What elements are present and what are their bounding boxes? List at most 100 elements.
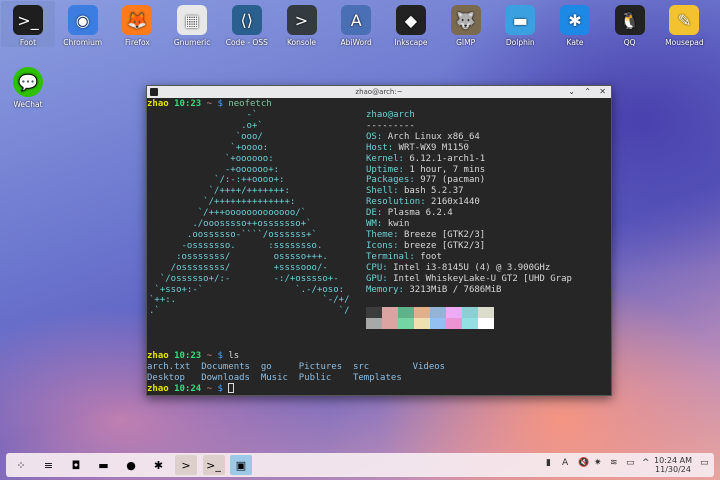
taskbar-kate[interactable]: ✱ [148, 455, 170, 475]
info-row: Uptime: 1 hour, 7 mins [366, 165, 485, 175]
abiword-icon: A [341, 5, 371, 35]
desktop-icon-code-oss[interactable]: ⟨⟩Code - OSS [220, 1, 274, 47]
taskbar-app-launcher[interactable]: ⁘ [10, 455, 32, 475]
font-icon[interactable]: A [562, 458, 568, 468]
brightness-icon[interactable]: ✷ [594, 458, 602, 468]
konsole-icon: > [287, 5, 317, 35]
desktop-icon-dolphin[interactable]: ▬Dolphin [493, 1, 547, 47]
info-row: GPU: Intel WhiskeyLake-U GT2 [UHD Grap [366, 274, 572, 284]
clock[interactable]: 10:24 AM11/30/24 [654, 456, 692, 474]
gimp-icon: 🐺 [451, 5, 481, 35]
color-palette [366, 307, 494, 329]
terminal-window[interactable]: zhao@arch:~ ⌄ ⌃ ✕ zhao 10:23 ~ $ neofetc… [146, 85, 612, 396]
taskbar-firefox[interactable]: ● [120, 455, 142, 475]
window-title: zhao@arch:~ [355, 88, 402, 96]
info-row: OS: Arch Linux x86_64 [366, 132, 480, 142]
info-row: Icons: breeze [GTK2/3] [366, 241, 485, 251]
konsole-icon: > [181, 459, 190, 472]
desktop-icon-label: Foot [1, 38, 55, 47]
desktop-icon-label: Chromium [56, 38, 110, 47]
ls-entry: Videos [413, 362, 446, 372]
battery-icon[interactable]: ▮ [546, 458, 551, 468]
info-row: Packages: 977 (pacman) [366, 175, 485, 185]
desktop-icon-label: Mousepad [657, 38, 711, 47]
taskbar: 10:24 AM11/30/24 ▭ ⁘ ≡ ◘ ▬ ● ✱ > >_ ▣ ▮ A 🔇 ✷ ≋ ▭ ^ [6, 453, 714, 477]
desktop-icon-abiword[interactable]: AAbiWord [329, 1, 383, 47]
color-swatch [446, 318, 462, 329]
color-swatch [462, 307, 478, 318]
desktop-icon-label: Dolphin [493, 38, 547, 47]
desktop-icon-firefox[interactable]: 🦊Firefox [110, 1, 164, 47]
desktop-icon-label: GIMP [439, 38, 493, 47]
gnumeric-icon: ▦ [177, 5, 207, 35]
maximize-icon[interactable]: ⌃ [584, 86, 591, 98]
desktop-icon-label: Code - OSS [220, 38, 274, 47]
prompt-line-3[interactable]: zhao 10:24 ~ $ [147, 383, 234, 395]
ls-entry: go [261, 362, 272, 372]
desktop-icon-gnumeric[interactable]: ▦ Gnumeric [165, 1, 219, 47]
color-swatch [462, 318, 478, 329]
firefox-icon: ● [126, 459, 136, 472]
cursor [228, 383, 234, 393]
desktop-icon-label: Firefox [110, 38, 164, 47]
screenshot-icon: ▣ [236, 459, 246, 472]
desktop-icon-label: Inkscape [384, 38, 438, 47]
app-launcher-icon: ⁘ [16, 459, 25, 472]
taskbar-foot[interactable]: >_ [203, 455, 225, 475]
color-swatch [382, 307, 398, 318]
expand-tray-icon[interactable]: ^ [642, 458, 650, 468]
desktop-icon-inkscape[interactable]: ◆Inkscape [384, 1, 438, 47]
minimize-icon[interactable]: ⌄ [568, 86, 575, 98]
taskbar-dolphin[interactable]: ▬ [93, 455, 115, 475]
volume-muted-icon[interactable]: 🔇 [578, 458, 589, 468]
info-row: Theme: Breeze [GTK2/3] [366, 230, 485, 240]
info-row: Shell: bash 5.2.37 [366, 186, 464, 196]
desktop-icon-label: WeChat [1, 100, 55, 109]
ls-entry: src [353, 362, 369, 372]
arch-logo-ascii: -` .o+` `ooo/ `+oooo: `+oooooo: -+oooooo… [149, 110, 349, 317]
color-swatch [430, 307, 446, 318]
dolphin-icon: ▬ [98, 459, 108, 472]
desktop-icon-label: Konsole [275, 38, 329, 47]
title-bar[interactable]: zhao@arch:~ ⌄ ⌃ ✕ [147, 86, 611, 98]
taskbar-system-monitor[interactable]: ≡ [38, 455, 60, 475]
taskbar-konsole[interactable]: > [175, 455, 197, 475]
info-row: Host: WRT-WX9 M1150 [366, 143, 469, 153]
ls-entry: Music [261, 373, 288, 383]
color-swatch [414, 307, 430, 318]
wechat-icon: 💬 [13, 67, 43, 97]
color-swatch [398, 307, 414, 318]
info-row: Kernel: 6.12.1-arch1-1 [366, 154, 485, 164]
system-info: zhao@arch --------- OS: Arch Linux x86_6… [366, 110, 572, 295]
kate-icon: ✱ [154, 459, 163, 472]
ls-entry: Documents [201, 362, 250, 372]
desktop-icon-mousepad[interactable]: ✎ Mousepad [657, 1, 711, 47]
mousepad-icon: ✎ [669, 5, 699, 35]
info-row: DE: Plasma 6.2.4 [366, 208, 453, 218]
ls-entry: Public [299, 373, 332, 383]
taskbar-screenshot[interactable]: ▣ [230, 455, 252, 475]
desktop-icon-kate[interactable]: ✱Kate [548, 1, 602, 47]
kate-icon: ✱ [560, 5, 590, 35]
ls-entry: Pictures [299, 362, 342, 372]
foot-icon: >_ [206, 459, 221, 472]
desktop-icon-foot[interactable]: >_Foot [1, 1, 55, 47]
desktop-icon-chromium[interactable]: ◉Chromium [56, 1, 110, 47]
desktop-icon-wechat[interactable]: 💬 WeChat [1, 63, 55, 109]
close-icon[interactable]: ✕ [599, 86, 606, 98]
taskbar-discover[interactable]: ◘ [65, 455, 87, 475]
desktop-icon-gimp[interactable]: 🐺 GIMP [439, 1, 493, 47]
info-row: Memory: 3213MiB / 7686MiB [366, 285, 501, 295]
system-monitor-icon: ≡ [44, 459, 53, 472]
desktop-icon-konsole[interactable]: > Konsole [275, 1, 329, 47]
desktop-icon-label: Gnumeric [165, 38, 219, 47]
info-row: CPU: Intel i3-8145U (4) @ 3.900GHz [366, 263, 550, 273]
color-swatch [366, 318, 382, 329]
ls-entry: Templates [353, 373, 402, 383]
color-swatch [446, 307, 462, 318]
ls-output: arch.txt Documents go Pictures src Video… [147, 362, 445, 384]
display-icon[interactable]: ▭ [626, 458, 635, 468]
desktop-icon-qq[interactable]: 🐧QQ [603, 1, 657, 47]
show-desktop-icon[interactable]: ▭ [700, 458, 709, 468]
wifi-icon[interactable]: ≋ [610, 458, 618, 468]
